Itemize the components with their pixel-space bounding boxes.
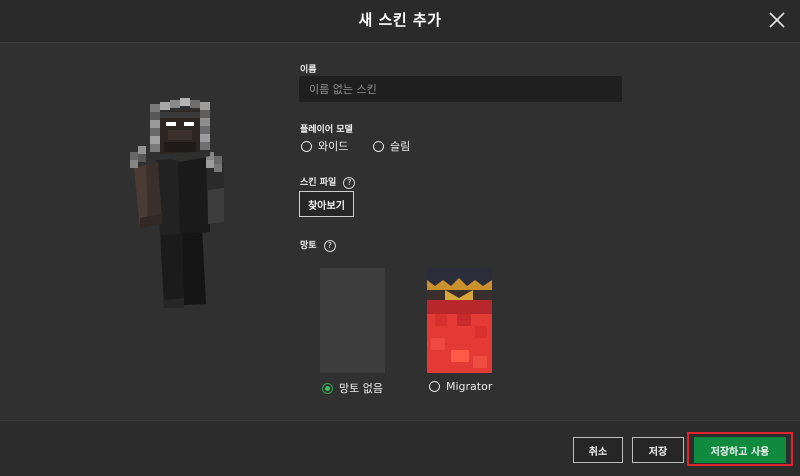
- cape-option-migrator[interactable]: Migrator: [429, 380, 492, 393]
- skin-name-input[interactable]: [299, 76, 622, 102]
- player-model-label: 플레이어 모델: [300, 125, 353, 135]
- browse-button[interactable]: 찾아보기: [299, 191, 354, 217]
- help-icon[interactable]: ?: [323, 239, 336, 252]
- save-and-use-button[interactable]: 저장하고 사용: [694, 437, 786, 463]
- skin-file-label: 스킨 파일: [300, 178, 337, 188]
- cape-migrator-preview[interactable]: [427, 268, 492, 373]
- radio-wide[interactable]: [301, 140, 312, 152]
- save-button[interactable]: 저장: [632, 437, 684, 463]
- name-label: 이름: [300, 65, 317, 75]
- skin-file-label-row: 스킨 파일 ?: [300, 175, 356, 189]
- cancel-button[interactable]: 취소: [573, 437, 623, 463]
- cape-option-none-label: 망토 없음: [339, 382, 383, 395]
- radio-slim[interactable]: [373, 140, 384, 152]
- model-option-slim[interactable]: 슬림: [373, 138, 410, 154]
- radio-cape-none[interactable]: [322, 382, 333, 394]
- close-button[interactable]: [766, 9, 788, 31]
- model-option-wide-label: 와이드: [318, 140, 349, 153]
- model-option-wide[interactable]: 와이드: [301, 138, 348, 154]
- cape-none-preview[interactable]: [320, 268, 385, 373]
- model-option-slim-label: 슬림: [390, 140, 411, 153]
- radio-cape-migrator[interactable]: [429, 381, 440, 392]
- cape-option-migrator-label: Migrator: [446, 380, 493, 393]
- dialog-title: 새 스킨 추가: [358, 11, 442, 29]
- cape-option-none[interactable]: 망토 없음: [322, 380, 383, 396]
- skin-preview[interactable]: [120, 90, 250, 315]
- dialog-header: 새 스킨 추가: [0, 0, 800, 43]
- cape-label-row: 망토 ?: [300, 238, 336, 252]
- cape-label: 망토: [300, 241, 317, 251]
- help-icon[interactable]: ?: [343, 176, 356, 189]
- close-icon: [769, 12, 785, 28]
